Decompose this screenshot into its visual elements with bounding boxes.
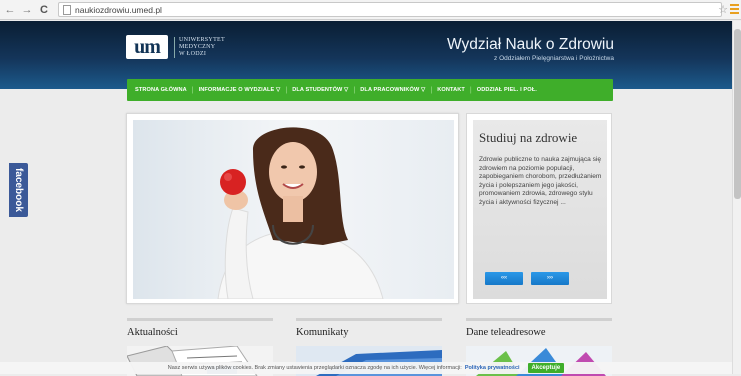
hamburger-menu-icon[interactable]: [730, 4, 739, 14]
nav-separator: |: [430, 86, 433, 94]
faculty-title: Wydział Nauk o Zdrowiu: [447, 36, 614, 53]
section-announcements: Komunikaty: [296, 318, 442, 376]
section-title-news[interactable]: Aktualności: [127, 327, 273, 338]
main-nav: STRONA GŁÓWNA | INFORMACJE O WYDZIALE ▽ …: [127, 79, 613, 101]
slider-next-button[interactable]: ›››: [531, 272, 569, 285]
study-title: Studiuj na zdrowie: [479, 130, 578, 145]
doctor-photo-illustration: [133, 120, 454, 299]
university-logo[interactable]: um UNIWERSYTET MEDYCZNY W ŁODZI: [126, 35, 225, 59]
faculty-heading: Wydział Nauk o Zdrowiu z Oddziałem Pielę…: [447, 36, 614, 62]
slider-photo: [133, 120, 454, 299]
image-slider: [126, 113, 459, 304]
star-icon[interactable]: ☆: [718, 3, 728, 16]
study-panel-inner: Studiuj na zdrowie Zdrowie publiczne to …: [473, 120, 607, 299]
cookie-banner: Nasz serwis używa plików cookies. Brak z…: [0, 362, 732, 374]
logo-text: UNIWERSYTET MEDYCZNY W ŁODZI: [174, 36, 225, 58]
study-text: Zdrowie publiczne to nauka zajmująca się…: [479, 156, 602, 206]
nav-item-students[interactable]: DLA STUDENTÓW ▽: [292, 87, 348, 93]
section-title-contact-data[interactable]: Dane teleadresowe: [466, 327, 612, 338]
nav-item-home[interactable]: STRONA GŁÓWNA: [135, 87, 187, 93]
reload-icon[interactable]: C: [37, 3, 51, 17]
study-panel: Studiuj na zdrowie Zdrowie publiczne to …: [466, 113, 612, 304]
nav-separator: |: [191, 86, 194, 94]
page-icon: [63, 4, 71, 15]
facebook-tab[interactable]: facebook: [9, 163, 28, 217]
privacy-policy-link[interactable]: Polityka prywatności: [465, 365, 520, 371]
logo-line-3: W ŁODZI: [179, 50, 207, 57]
url-text: naukiozdrowiu.umed.pl: [75, 4, 162, 15]
logo-mark: um: [126, 35, 168, 59]
nav-item-contact[interactable]: KONTAKT: [437, 87, 465, 93]
browser-toolbar: ← → C naukiozdrowiu.umed.pl ☆: [0, 0, 741, 20]
back-icon[interactable]: ←: [3, 3, 17, 17]
cookie-accept-button[interactable]: Akceptuje: [527, 363, 565, 373]
cookie-text: Nasz serwis używa plików cookies. Brak z…: [167, 365, 462, 371]
nav-item-faculty-info[interactable]: INFORMACJE O WYDZIALE ▽: [199, 87, 281, 93]
nav-separator: |: [469, 86, 472, 94]
faculty-subtitle: z Oddziałem Pielęgniarstwa i Położnictwa: [494, 55, 614, 62]
section-divider: [466, 318, 612, 321]
section-divider: [127, 318, 273, 321]
section-divider: [296, 318, 442, 321]
logo-line-2: MEDYCZNY: [179, 43, 216, 50]
scrollbar-thumb[interactable]: [734, 29, 741, 199]
page-scrollbar[interactable]: [732, 21, 741, 374]
section-title-announcements[interactable]: Komunikaty: [296, 327, 442, 338]
facebook-label: facebook: [13, 168, 24, 212]
nav-item-staff[interactable]: DLA PRACOWNIKÓW ▽: [360, 87, 425, 93]
section-contact-data: Dane teleadresowe: [466, 318, 612, 376]
nav-separator: |: [285, 86, 288, 94]
forward-icon[interactable]: →: [20, 3, 34, 17]
logo-line-1: UNIWERSYTET: [179, 36, 225, 43]
nav-separator: |: [353, 86, 356, 94]
section-news: Aktualności: [127, 318, 273, 376]
address-bar[interactable]: naukiozdrowiu.umed.pl: [58, 2, 722, 17]
slider-prev-button[interactable]: ‹‹‹: [485, 272, 523, 285]
nav-item-nursing-dept[interactable]: ODDZIAŁ PIEL. I POŁ.: [477, 87, 537, 93]
